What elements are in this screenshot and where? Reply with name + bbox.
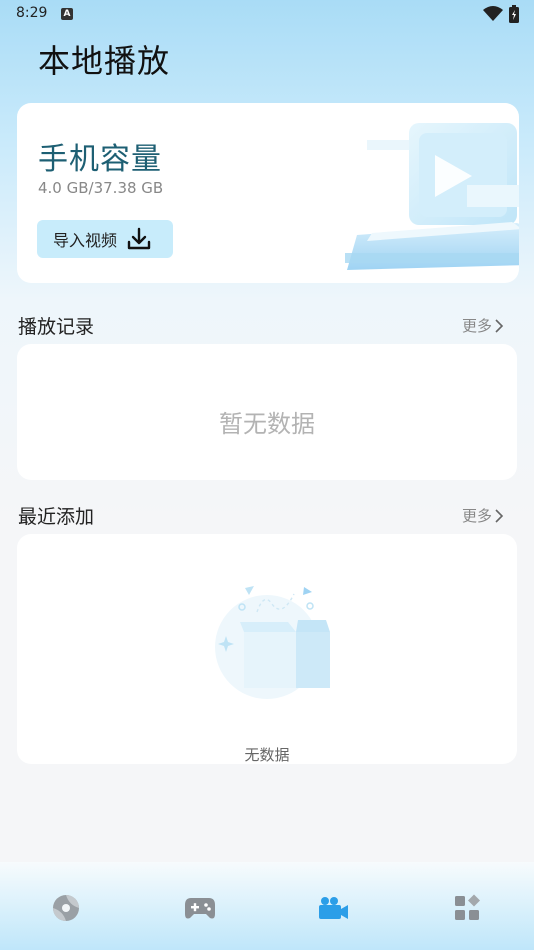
history-card: 暂无数据 [17,344,517,480]
laptop-video-illustration [327,115,519,283]
battery-icon [509,5,519,27]
recent-card: 无数据 [17,534,517,764]
recent-section-title: 最近添加 [18,506,95,528]
notification-icon: A [61,8,73,20]
storage-title: 手机容量 [38,142,162,177]
recent-more-label: 更多 [462,507,493,525]
bottom-nav [0,862,534,950]
home-icon [53,895,79,921]
nav-home[interactable] [48,890,84,926]
history-more-label: 更多 [462,317,493,335]
gamepad-icon [185,898,215,919]
storage-card: 手机容量 4.0 GB/37.38 GB 导入视频 [17,103,519,283]
video-camera-icon [319,897,348,919]
recent-empty-text: 无数据 [244,746,290,764]
chevron-right-icon [495,508,504,523]
history-more-link[interactable]: 更多 [462,315,504,336]
storage-size: 4.0 GB/37.38 GB [38,179,164,197]
page-title: 本地播放 [38,42,171,80]
nav-apps[interactable] [449,890,485,926]
recent-more-link[interactable]: 更多 [462,505,504,526]
nav-video[interactable] [315,890,351,926]
wifi-icon [483,6,503,26]
status-time: 8:29 [16,5,48,21]
history-empty-text: 暂无数据 [219,410,315,438]
apps-grid-icon [455,894,480,920]
status-bar: 8:29 A [0,0,534,28]
import-video-button[interactable]: 导入视频 [37,220,173,258]
empty-box-illustration [202,582,332,706]
history-section-title: 播放记录 [18,316,95,338]
chevron-right-icon [495,318,504,333]
import-video-label: 导入视频 [53,231,118,250]
download-icon [127,227,151,251]
nav-games[interactable] [182,890,218,926]
